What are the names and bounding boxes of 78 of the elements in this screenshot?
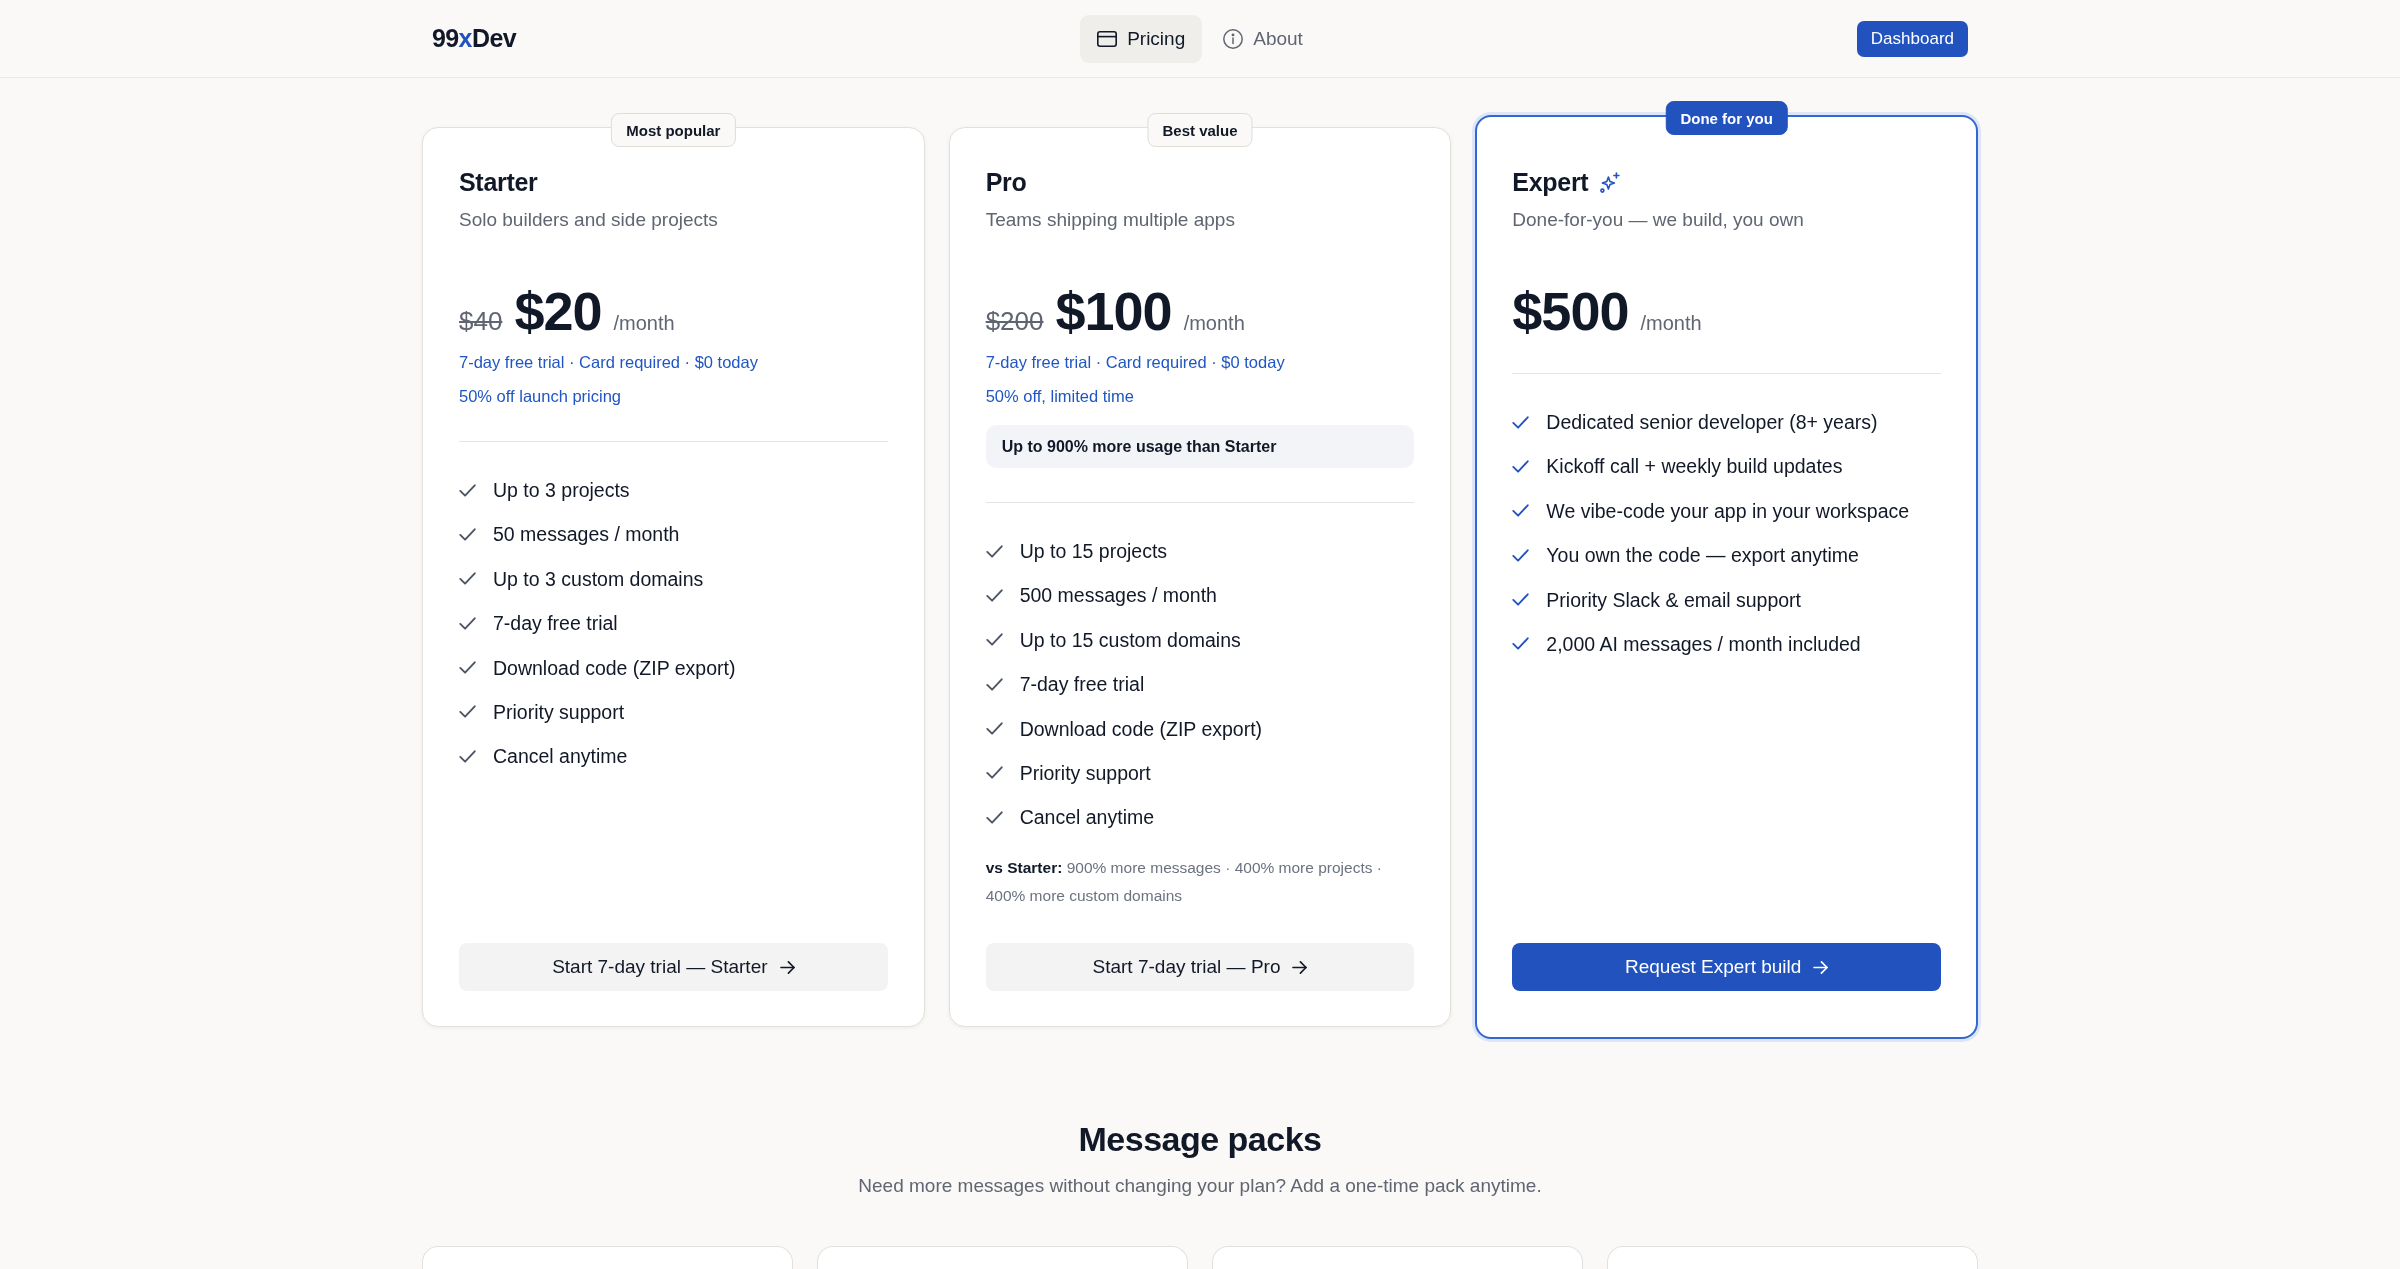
feature-text: Priority Slack & email support [1546, 587, 1801, 613]
check-icon [459, 616, 476, 630]
feature-text: Up to 3 custom domains [493, 566, 704, 592]
feature-text: Up to 15 custom domains [1019, 627, 1241, 653]
check-icon [985, 588, 1003, 602]
price-period: /month [613, 312, 675, 335]
check-icon [1512, 637, 1530, 651]
check-icon [985, 544, 1003, 558]
credit-card-icon [1097, 28, 1118, 49]
cta-button[interactable]: Start 7-day trial — Pro [985, 943, 1415, 992]
feature-text: Priority support [493, 699, 625, 725]
check-icon [459, 572, 476, 586]
trial-note: 7-day free trial · Card required · $0 today [459, 352, 759, 373]
comparison-text: vs Starter: 900% more messages · 400% more projects · 400% more custom domains [985, 858, 1383, 907]
sparkle-icon [1600, 171, 1621, 193]
dashboard-button[interactable]: Dashboard [1856, 20, 1968, 57]
arrow-right-icon [1813, 960, 1829, 974]
check-icon [1512, 593, 1530, 607]
feature-text: 7-day free trial [1019, 672, 1145, 698]
trial-note: 50% off launch pricing [459, 386, 623, 407]
arrow-right-icon [1292, 960, 1308, 974]
plan-badge: Most popular [611, 113, 736, 147]
check-icon [985, 810, 1003, 824]
nav-link[interactable]: About [1206, 14, 1320, 63]
check-icon [459, 483, 476, 497]
feature-text: Download code (ZIP export) [1019, 716, 1263, 742]
feature-text: Kickoff call + weekly build updates [1546, 454, 1843, 480]
trial-note: 50% off, limited time [985, 386, 1135, 407]
old-price: $40 [459, 306, 503, 337]
feature-text: Up to 3 projects [493, 478, 630, 503]
plan-tagline: Done-for-you — we build, you own [1512, 208, 1805, 232]
feature-text: 500 messages / month [1019, 583, 1217, 609]
check-icon [985, 722, 1003, 736]
check-icon [459, 661, 476, 675]
check-icon [985, 677, 1003, 691]
trial-note: 7-day free trial · Card required · $0 today [985, 352, 1286, 373]
feature-text: Priority support [1019, 760, 1151, 786]
usage-highlight: Up to 900% more usage than Starter [985, 425, 1415, 468]
cta-button[interactable]: Start 7-day trial — Starter [459, 943, 888, 992]
check-icon [459, 705, 476, 719]
check-icon [1512, 504, 1530, 518]
plan-name: Expert [1512, 167, 1589, 197]
section-title: Message packs [1078, 1119, 1322, 1160]
plan-tagline: Teams shipping multiple apps [985, 208, 1236, 232]
info-icon [1223, 28, 1244, 49]
arrow-right-icon [779, 960, 795, 974]
plan-tagline: Solo builders and side projects [459, 208, 719, 232]
feature-text: You own the code — export anytime [1546, 543, 1859, 569]
feature-text: Cancel anytime [1019, 805, 1155, 831]
plan-name: Starter [459, 167, 538, 197]
price: $100 [1055, 283, 1172, 339]
check-icon [459, 749, 476, 763]
old-price: $200 [985, 306, 1044, 337]
check-icon [1512, 548, 1530, 562]
check-icon [985, 766, 1003, 780]
feature-text: Up to 15 projects [1019, 539, 1168, 564]
feature-text: Download code (ZIP export) [493, 655, 736, 681]
check-icon [985, 633, 1003, 647]
price: $20 [514, 283, 602, 339]
price-period: /month [1640, 312, 1702, 335]
feature-text: We vibe-code your app in your workspace [1546, 498, 1910, 524]
plan-name: Pro [985, 167, 1027, 197]
check-icon [459, 527, 476, 541]
price-period: /month [1183, 312, 1245, 335]
feature-text: Dedicated senior developer (8+ years) [1546, 410, 1878, 435]
cta-button[interactable]: Request Expert build [1512, 943, 1941, 992]
nav-link[interactable]: Pricing [1080, 14, 1203, 63]
plan-badge: Best value [1147, 113, 1253, 147]
logo[interactable]: 99xDev [432, 24, 516, 53]
feature-text: 7-day free trial [493, 611, 618, 637]
check-icon [1512, 459, 1530, 473]
section-subtitle: Need more messages without changing your plan? Add a one-time pack anytime. [858, 1174, 1542, 1199]
feature-text: Cancel anytime [493, 744, 628, 770]
feature-text: 2,000 AI messages / month included [1546, 631, 1861, 657]
price: $500 [1512, 283, 1629, 339]
plan-badge: Done for you [1665, 101, 1788, 135]
feature-text: 50 messages / month [493, 522, 680, 548]
check-icon [1512, 415, 1530, 429]
